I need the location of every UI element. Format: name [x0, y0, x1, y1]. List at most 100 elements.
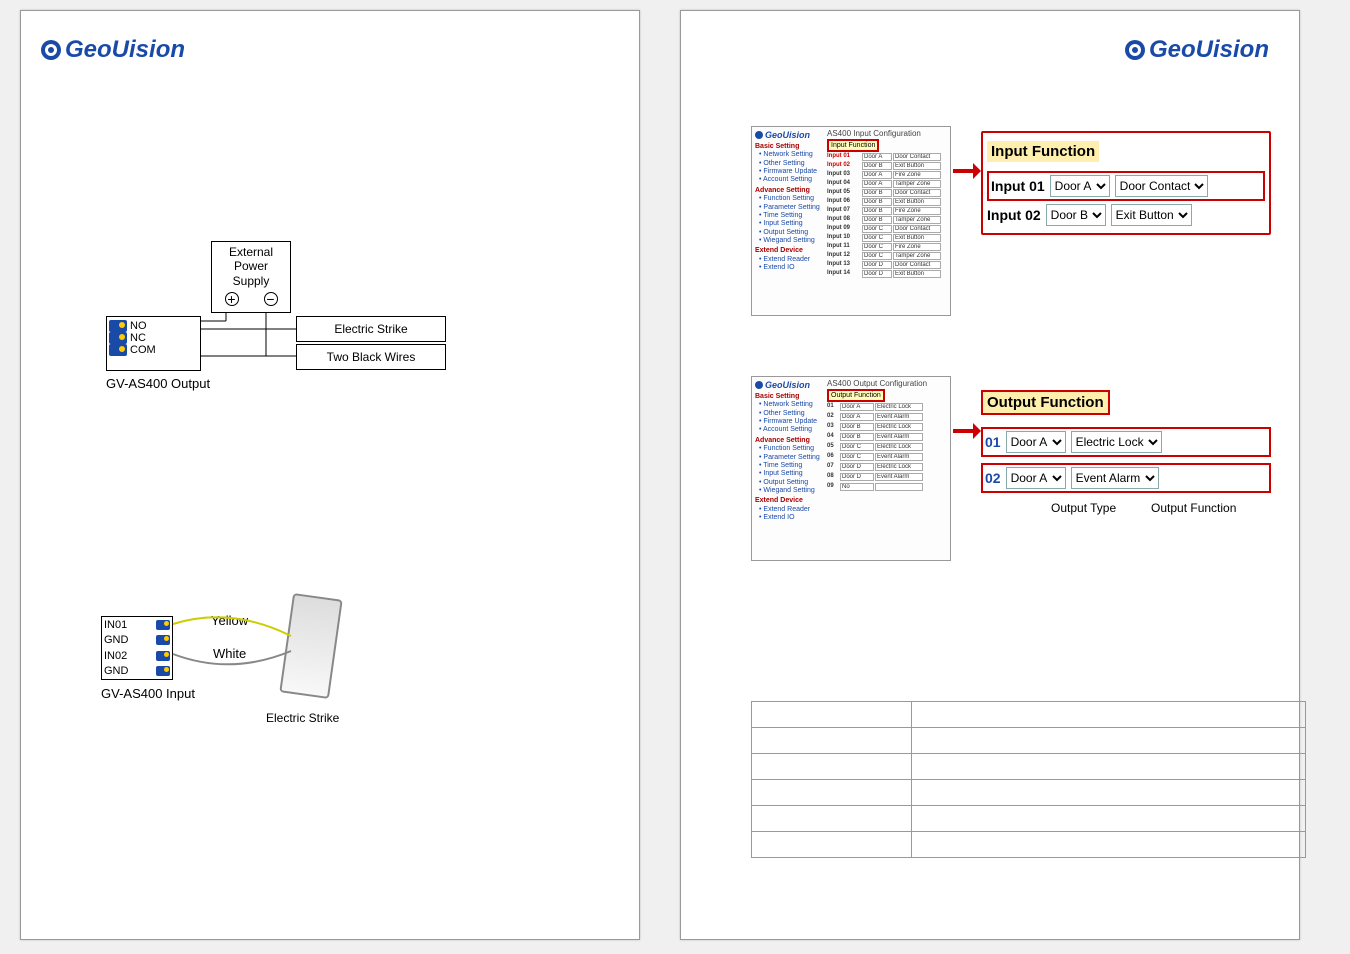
brand-name: GeoUision [65, 36, 185, 64]
output02-func-select[interactable]: Event Alarm [1071, 467, 1159, 489]
input-row: Input 07Door BFire Zone [827, 207, 947, 215]
input01-func-select[interactable]: Door Contact [1115, 175, 1208, 197]
sidebar-section-advance: Advance Setting [755, 437, 825, 445]
sidebar-item[interactable]: • Account Setting [759, 176, 825, 184]
sidebar-item[interactable]: • Account Setting [759, 426, 825, 434]
output01-door-select[interactable]: Door A [1006, 431, 1066, 453]
output-zoom-title: Output Function [981, 390, 1110, 415]
sidebar-item[interactable]: • Wiegand Setting [759, 237, 825, 245]
sidebar-item[interactable]: • Parameter Setting [759, 454, 825, 462]
input02-label: Input 02 [987, 207, 1041, 223]
input-row: Input 03Door AFire Zone [827, 171, 947, 179]
terminal-icon [109, 344, 127, 356]
output-function-header: Output Function [827, 389, 885, 402]
minus-icon: − [264, 292, 278, 306]
sidebar-item[interactable]: • Output Setting [759, 229, 825, 237]
diagram2-caption: GV-AS400 Input [101, 686, 195, 701]
sidebar-section-basic: Basic Setting [755, 393, 825, 401]
input-row: Input 02Door BExit Button [827, 162, 947, 170]
input-row: Input 05Door BDoor Contact [827, 189, 947, 197]
sidebar-item[interactable]: • Firmware Update [759, 168, 825, 176]
table-row [752, 806, 1306, 832]
sidebar-section-extend: Extend Device [755, 247, 825, 255]
sidebar-section-basic: Basic Setting [755, 143, 825, 151]
sidebar-item[interactable]: • Wiegand Setting [759, 487, 825, 495]
input-row: Input 14Door DExit Button [827, 270, 947, 278]
external-power-label: External Power Supply [212, 245, 290, 288]
sidebar-item[interactable]: • Input Setting [759, 470, 825, 478]
sidebar-item[interactable]: • Other Setting [759, 160, 825, 168]
output-terminal-block: NO NC COM [106, 316, 201, 371]
terminal-gnd2-label: GND [104, 665, 128, 677]
logo-mark-icon [1125, 40, 1145, 60]
output-panel-title: AS400 Output Configuration [827, 379, 927, 388]
input02-door-select[interactable]: Door B [1046, 204, 1106, 226]
output-function-label: Output Function [1151, 501, 1236, 515]
brand-name: GeoUision [1149, 36, 1269, 64]
sidebar-item[interactable]: • Network Setting [759, 151, 825, 159]
output02-door-select[interactable]: Door A [1006, 467, 1066, 489]
sidebar-item[interactable]: • Time Setting [759, 462, 825, 470]
sidebar-item[interactable]: • Firmware Update [759, 418, 825, 426]
sidebar-item[interactable]: • Extend IO [759, 514, 825, 522]
sidebar-item[interactable]: • Input Setting [759, 220, 825, 228]
sidebar-item[interactable]: • Extend Reader [759, 506, 825, 514]
table-row [752, 728, 1306, 754]
input-terminal-block: IN01 GND IN02 GND [101, 616, 173, 680]
terminal-nc-label: NC [130, 332, 146, 344]
sidebar-item[interactable]: • Extend IO [759, 264, 825, 272]
input-row: Input 13Door DDoor Contact [827, 261, 947, 269]
input-row: Input 12Door CTamper Zone [827, 252, 947, 260]
input-config-figure: GeoUision Basic Setting • Network Settin… [751, 126, 951, 316]
table-row [752, 702, 1306, 728]
output-row: 08Door DEvent Alarm [827, 473, 947, 481]
sidebar-brand: GeoUision [765, 380, 810, 391]
sidebar-item[interactable]: • Output Setting [759, 479, 825, 487]
output01-func-select[interactable]: Electric Lock [1071, 431, 1162, 453]
terminal-icon [156, 620, 170, 630]
output-type-label: Output Type [1051, 501, 1116, 515]
sidebar-item[interactable]: • Function Setting [759, 195, 825, 203]
input-function-zoom: Input Function Input 01 Door A Door Cont… [981, 131, 1271, 235]
external-power-box: External Power Supply + − [211, 241, 291, 313]
input-row: Input 10Door CExit Button [827, 234, 947, 242]
input-zoom-title: Input Function [987, 141, 1099, 162]
input02-func-select[interactable]: Exit Button [1111, 204, 1192, 226]
output-row: 09No Function [827, 483, 947, 491]
terminal-icon [156, 666, 170, 676]
input-row: Input 01Door ADoor Contact [827, 153, 947, 161]
terminal-icon [156, 635, 170, 645]
sidebar-item[interactable]: • Parameter Setting [759, 204, 825, 212]
sidebar-item[interactable]: • Time Setting [759, 212, 825, 220]
two-black-wires-box: Two Black Wires [296, 344, 446, 370]
input01-door-select[interactable]: Door A [1050, 175, 1110, 197]
output-row: 03Door BElectric Lock [827, 423, 947, 431]
white-wire-label: White [213, 646, 246, 661]
sidebar-item[interactable]: • Network Setting [759, 401, 825, 409]
page-left: GeoUision External Power Supply + − NO N… [20, 10, 640, 940]
output01-label: 01 [985, 434, 1001, 450]
yellow-wire-label: Yellow [211, 613, 248, 628]
sidebar-section-advance: Advance Setting [755, 187, 825, 195]
output-row: 01Door AElectric Lock [827, 403, 947, 411]
input-row: Input 04Door ATamper Zone [827, 180, 947, 188]
terminal-no-label: NO [130, 320, 147, 332]
terminal-icon [109, 332, 127, 344]
diagram1-caption: GV-AS400 Output [106, 376, 210, 391]
arrow-icon [951, 151, 981, 191]
sidebar-section-extend: Extend Device [755, 497, 825, 505]
sidebar-item[interactable]: • Other Setting [759, 410, 825, 418]
terminal-in01-label: IN01 [104, 619, 127, 631]
output02-label: 02 [985, 470, 1001, 486]
brand-logo: GeoUision [41, 36, 185, 64]
sidebar-item[interactable]: • Extend Reader [759, 256, 825, 264]
output-function-zoom: Output Function 01 Door A Electric Lock … [981, 386, 1271, 496]
output-row: 06Door CEvent Alarm [827, 453, 947, 461]
brand-logo: GeoUision [1125, 36, 1269, 64]
output-config-figure: GeoUision Basic Setting • Network Settin… [751, 376, 951, 561]
output-row: 04Door BEvent Alarm [827, 433, 947, 441]
electric-strike-box: Electric Strike [296, 316, 446, 342]
terminal-gnd1-label: GND [104, 634, 128, 646]
input01-label: Input 01 [991, 178, 1045, 194]
sidebar-item[interactable]: • Function Setting [759, 445, 825, 453]
